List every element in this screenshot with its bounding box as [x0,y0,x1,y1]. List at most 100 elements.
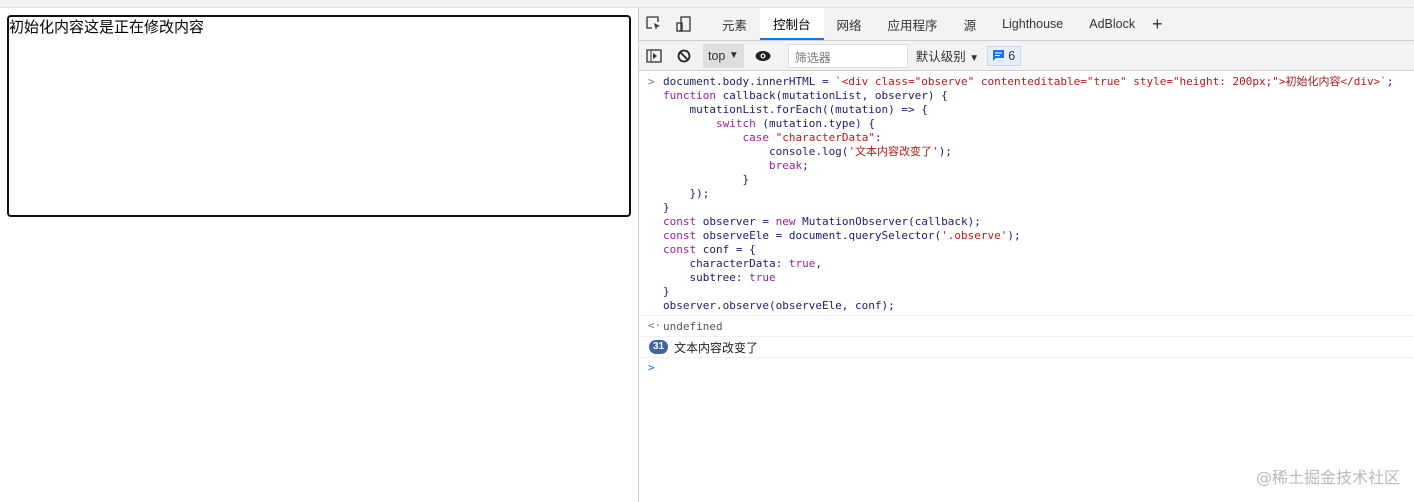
clear-console-icon[interactable] [669,49,699,63]
code-line: case "characterData": [663,131,1414,145]
code-token: observer.observe(observeEle, conf); [663,299,895,312]
code-line: const observer = new MutationObserver(ca… [663,215,1414,229]
message-count: 6 [1008,48,1016,63]
code-token: : [874,131,882,144]
code-line: function callback(mutationList, observer… [663,89,1414,103]
code-token: 初始化内容 [1285,75,1341,88]
context-selector[interactable]: top ▼ [703,43,744,68]
console-output: > document.body.innerHTML = `<div class=… [639,71,1414,378]
console-toolbar: top ▼ 筛选器 默认级别 ▼ 6 [639,41,1414,71]
code-token: ); [938,145,952,158]
code-token: case [742,131,769,144]
code-line: console.log('文本内容改变了'); [663,145,1414,159]
tab-0[interactable]: 元素 [709,8,760,40]
messages-badge[interactable]: 6 [987,45,1022,66]
code-line: mutationList.forEach((mutation) => { [663,103,1414,117]
code-token: } [663,173,750,186]
console-log-entry: 31 文本内容改变了 [639,337,1414,358]
tab-3[interactable]: 应用程序 [875,8,951,40]
code-token: "characterData" [775,131,875,144]
log-level-dropdown[interactable]: 默认级别 ▼ [916,46,979,65]
code-line: switch (mutation.type) { [663,117,1414,131]
code-token: switch [715,117,756,130]
code-token: mutationList.forEach((mutation) => { [663,103,928,116]
code-token: } [663,285,670,298]
code-token: ); [1007,229,1021,242]
console-input-entry: > document.body.innerHTML = `<div class=… [639,71,1414,316]
page-viewport: 初始化内容这是正在修改内容 [0,8,638,502]
log-message: 文本内容改变了 [674,341,759,355]
context-label: top [708,48,726,63]
code-token: const [663,229,697,242]
code-token: document.body.innerHTML = [663,75,836,88]
code-token: function [663,89,716,102]
code-token: ; [1386,75,1394,88]
code-token: characterData: [663,257,789,270]
code-line: } [663,201,1414,215]
code-token: ; [802,159,809,172]
result-arrow-icon: <· [648,319,662,332]
code-token: conf = { [696,243,756,256]
code-token: observer = [696,215,776,228]
console-prompt[interactable]: > [639,358,1414,378]
code-line: subtree: true [663,271,1414,285]
devtools-tabbar: 元素 控制台 网络 应用程序源 Lighthouse AdBlock + [639,8,1414,41]
live-expression-eye-icon[interactable] [748,50,778,62]
code-token: const [663,215,697,228]
log-level-label: 默认级别 [915,50,966,64]
console-result-entry: <· undefined [639,316,1414,337]
code-token: true [749,271,776,284]
sidebar-toggle-icon[interactable] [639,48,669,63]
code-line: characterData: true, [663,257,1414,271]
device-toolbar-icon[interactable] [669,16,699,32]
code-line: observer.observe(observeEle, conf); [663,299,1414,313]
code-token: `<div class="observe" contenteditable="t… [835,75,1286,88]
browser-top-strip [0,0,1414,8]
code-token: MutationObserver(callback); [795,215,981,228]
inspect-element-icon[interactable] [639,16,669,32]
code-token: break [768,159,803,172]
code-token: true [788,257,816,270]
code-token: const [663,243,697,256]
dropdown-arrow-icon: ▼ [969,53,980,64]
code-line: }); [663,187,1414,201]
repeat-count-badge: 31 [649,340,669,354]
tab-6[interactable]: AdBlock [1076,8,1148,40]
code-token: } [663,201,670,214]
code-token: '文本内容改变了' [848,145,939,158]
code-token: observeEle = document.querySelector( [696,229,942,242]
code-token: callback(mutationList, observer) { [715,89,948,102]
dropdown-arrow-icon: ▼ [728,50,739,61]
result-value: undefined [663,320,723,333]
devtools-panel: 元素 控制台 网络 应用程序源 Lighthouse AdBlock + top ▼ 筛选… [638,8,1414,502]
code-token: (mutation.type) { [755,117,875,130]
tab-2[interactable]: 网络 [824,8,875,40]
code-line: const conf = { [663,243,1414,257]
add-tab-icon[interactable]: + [1152,14,1163,35]
watermark: @稀土掘金技术社区 [1255,468,1400,487]
filter-input[interactable]: 筛选器 [787,43,908,68]
code-line: } [663,285,1414,299]
code-line: document.body.innerHTML = `<div class="o… [663,75,1414,89]
code-line: } [663,173,1414,187]
prompt-chevron-icon: > [648,361,655,374]
message-icon [993,50,1005,61]
input-chevron-icon: > [648,75,655,88]
tab-5[interactable]: Lighthouse [989,8,1076,40]
code-token: }); [663,187,710,200]
code-token: subtree: [663,271,750,284]
code-token: console.log( [663,145,849,158]
code-token: '.observe' [941,229,1008,242]
code-line: const observeEle = document.querySelecto… [663,229,1414,243]
tab-4[interactable]: 源 [951,8,990,40]
code-token: new [775,215,796,228]
tab-1[interactable]: 控制台 [760,8,824,40]
code-token: </div>` [1340,75,1387,88]
code-line: break; [663,159,1414,173]
code-token: , [815,257,822,270]
observe-editable-div[interactable]: 初始化内容这是正在修改内容 [7,15,631,217]
